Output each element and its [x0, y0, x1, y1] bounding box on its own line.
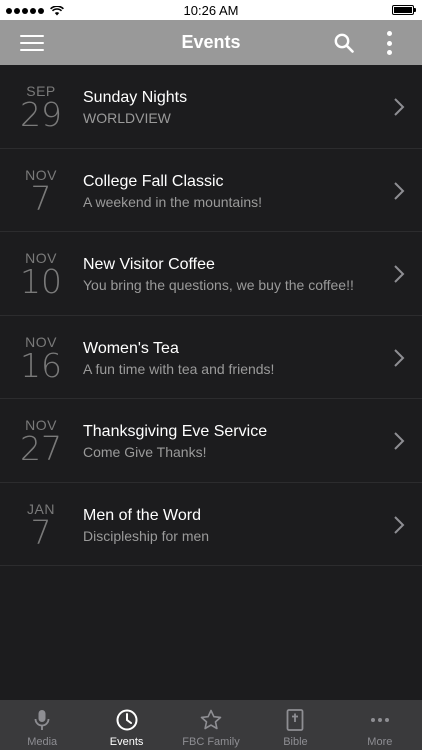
event-row[interactable]: JAN 7 Men of the Word Discipleship for m… [0, 483, 422, 566]
status-bar: 10:26 AM [0, 0, 422, 20]
wifi-icon [50, 6, 64, 16]
event-day: 10 [20, 262, 62, 301]
event-day: 16 [20, 345, 62, 385]
event-title: Men of the Word [83, 506, 201, 524]
event-title: New Visitor Coffee [83, 256, 215, 273]
tab-more[interactable]: More [338, 700, 422, 750]
bible-icon [287, 709, 304, 731]
search-icon[interactable] [334, 33, 354, 53]
event-date: JAN 7 [14, 483, 68, 565]
events-list: SEP 29 Sunday Nights WORLDVIEW NOV 7 Col… [0, 65, 422, 566]
tab-events[interactable]: Events [84, 700, 168, 750]
event-day: 29 [20, 95, 62, 134]
tab-fbc-family[interactable]: FBC Family [169, 700, 253, 750]
tab-media[interactable]: Media [0, 700, 84, 750]
event-subtitle: Discipleship for men [83, 527, 210, 544]
event-subtitle: WORLDVIEW [83, 110, 171, 126]
event-date: SEP 29 [14, 65, 68, 147]
event-day: 7 [30, 512, 52, 552]
page-title: Events [181, 32, 241, 52]
event-date: NOV 16 [14, 316, 68, 398]
menu-icon[interactable] [20, 35, 44, 51]
tab-label: Events [109, 736, 144, 748]
event-row[interactable]: NOV 7 College Fall Classic A weekend in … [0, 149, 422, 232]
event-title: Sunday Nights [83, 89, 188, 106]
event-title: College Fall Classic [83, 172, 224, 190]
signal-strength-icon [6, 6, 64, 16]
tab-label: More [367, 736, 393, 748]
nav-bar: Events [0, 20, 422, 65]
event-date: NOV 27 [14, 399, 68, 481]
tab-label: Media [27, 736, 58, 748]
more-icon [370, 718, 389, 722]
more-options-icon[interactable] [386, 31, 392, 55]
event-row[interactable]: NOV 10 New Visitor Coffee You bring the … [0, 232, 422, 316]
battery-icon [392, 5, 416, 15]
clock-icon [116, 709, 138, 731]
event-day: 27 [20, 429, 62, 468]
chevron-right-icon [394, 265, 405, 283]
status-time: 10:26 AM [183, 2, 239, 18]
tab-label: Bible [283, 736, 308, 748]
event-date: NOV 7 [14, 149, 68, 231]
event-date: NOV 10 [14, 232, 68, 314]
chevron-right-icon [394, 348, 405, 367]
chevron-right-icon [394, 98, 405, 116]
event-row[interactable]: SEP 29 Sunday Nights WORLDVIEW [0, 65, 422, 149]
event-day: 7 [30, 178, 52, 218]
event-subtitle: You bring the questions, we buy the coff… [83, 277, 354, 293]
chevron-right-icon [394, 432, 405, 450]
chevron-right-icon [394, 181, 405, 200]
event-title: Thanksgiving Eve Service [83, 423, 268, 440]
event-subtitle: A weekend in the mountains! [83, 193, 263, 210]
tab-label: FBC Family [182, 736, 240, 748]
event-subtitle: A fun time with tea and friends! [83, 360, 275, 377]
microphone-icon [34, 710, 50, 730]
tab-bible[interactable]: Bible [253, 700, 337, 750]
tab-bar: Media Events FBC Family Bible More [0, 700, 422, 750]
event-row[interactable]: NOV 27 Thanksgiving Eve Service Come Giv… [0, 399, 422, 483]
event-title: Women's Tea [83, 339, 179, 357]
star-icon [200, 709, 222, 730]
chevron-right-icon [394, 515, 405, 534]
event-row[interactable]: NOV 16 Women's Tea A fun time with tea a… [0, 316, 422, 399]
event-subtitle: Come Give Thanks! [83, 444, 207, 460]
